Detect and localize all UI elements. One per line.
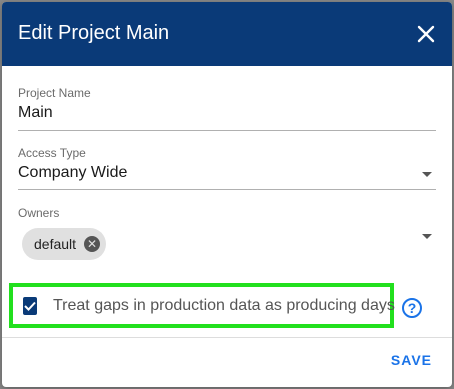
gap-option-highlight: Treat gaps in production data as produci…	[9, 283, 395, 328]
owners-select[interactable]: Owners default ✕	[18, 206, 436, 266]
dialog-title: Edit Project Main	[18, 22, 170, 44]
help-icon[interactable]: ?	[402, 298, 422, 318]
project-name-underline	[18, 130, 436, 131]
project-name-field[interactable]: Project Name Main	[18, 86, 436, 132]
close-icon[interactable]	[412, 20, 440, 48]
remove-chip-icon[interactable]: ✕	[84, 236, 101, 252]
checkmark-icon	[24, 301, 36, 311]
save-button[interactable]: SAVE	[391, 352, 432, 368]
owners-label: Owners	[18, 206, 60, 220]
gap-option-label[interactable]: Treat gaps in production data as produci…	[53, 297, 395, 315]
project-name-input[interactable]: Main	[18, 104, 436, 122]
dialog-header: Edit Project Main	[2, 2, 452, 66]
chevron-down-icon[interactable]	[422, 172, 432, 177]
project-name-label: Project Name	[18, 86, 91, 100]
chevron-down-icon[interactable]	[422, 234, 432, 239]
gap-checkbox[interactable]	[23, 296, 37, 315]
access-type-value[interactable]: Company Wide	[18, 164, 436, 182]
owner-chip[interactable]: default ✕	[22, 228, 107, 260]
access-type-label: Access Type	[18, 146, 86, 160]
actions-divider	[2, 337, 452, 338]
access-type-underline	[18, 189, 436, 190]
edit-project-dialog: Edit Project Main Project Name Main Acce…	[2, 2, 452, 387]
owner-chip-label: default	[34, 236, 77, 252]
access-type-select[interactable]: Access Type Company Wide	[18, 146, 436, 192]
